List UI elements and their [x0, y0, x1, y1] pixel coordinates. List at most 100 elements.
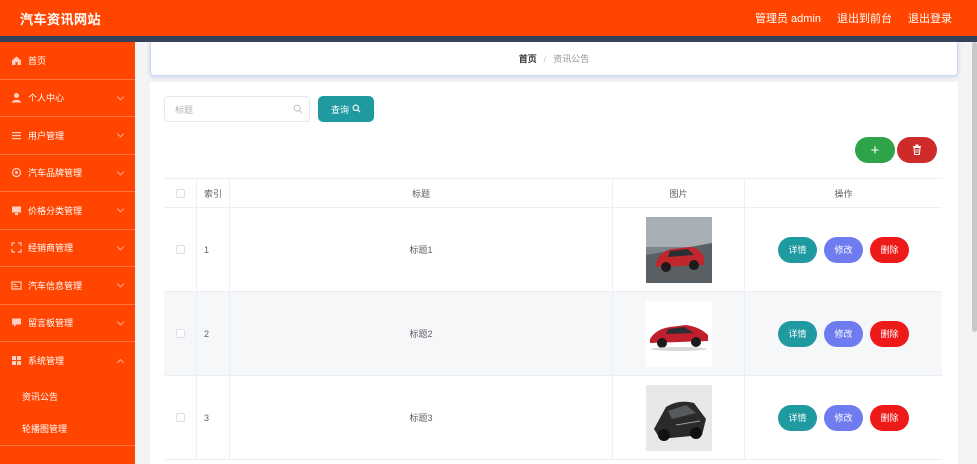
query-button[interactable]: 查询	[318, 96, 374, 122]
table-header: 索引 标题 图片 操作	[164, 178, 942, 208]
row-checkbox-cell	[164, 376, 197, 459]
delete-button[interactable]: 删除	[870, 236, 909, 263]
edit-button[interactable]: 修改	[824, 320, 863, 347]
chevron-down-icon	[116, 243, 125, 251]
home-icon	[11, 55, 22, 66]
row-ops: 详情 修改 删除	[745, 208, 942, 291]
grid-icon	[11, 355, 22, 366]
chevron-down-icon	[116, 205, 125, 213]
row-title: 标题1	[230, 208, 613, 291]
car-thumbnail	[645, 300, 712, 367]
logout-link[interactable]: 退出登录	[908, 10, 952, 26]
search-icon	[293, 104, 303, 116]
row-ops: 详情 修改 删除	[745, 376, 942, 459]
chevron-down-icon	[116, 318, 125, 326]
row-checkbox-cell	[164, 292, 197, 375]
sidebar-item-label: 价格分类管理	[28, 205, 83, 216]
sidebar-item-personal-center[interactable]: 个人中心	[0, 80, 135, 117]
main-area: 首页 / 资讯公告 标题 查询 + 索引 标题 图片 操作 1 标题1 详情 修…	[135, 42, 977, 464]
breadcrumb-home[interactable]: 首页	[519, 52, 537, 65]
table-row: 3 标题3 详情 修改 删除	[164, 376, 942, 460]
list-icon	[11, 130, 22, 141]
brand-icon	[11, 167, 22, 178]
edit-button[interactable]: 修改	[824, 404, 863, 431]
plus-icon: +	[870, 141, 880, 159]
row-ops: 详情 修改 删除	[745, 292, 942, 375]
sidebar-subitem-news-notice[interactable]: 资讯公告	[0, 380, 135, 413]
sidebar-item-label: 经销商管理	[28, 243, 74, 254]
header-title: 标题	[230, 179, 613, 207]
select-all-checkbox[interactable]	[175, 188, 185, 198]
sidebar-item-car-info[interactable]: 汽车信息管理	[0, 267, 135, 305]
sidebar-item-home[interactable]: 首页	[0, 42, 135, 80]
detail-button[interactable]: 详情	[778, 404, 817, 431]
breadcrumb-separator: /	[543, 53, 547, 64]
chevron-down-icon	[116, 168, 125, 176]
chevron-up-icon	[116, 358, 125, 366]
header-index: 索引	[197, 179, 230, 207]
edit-button[interactable]: 修改	[824, 236, 863, 263]
detail-button[interactable]: 详情	[778, 320, 817, 347]
add-button[interactable]: +	[855, 137, 895, 163]
search-icon	[352, 104, 361, 115]
row-index: 2	[197, 292, 230, 375]
header-image: 图片	[613, 179, 745, 207]
user-icon	[11, 92, 22, 103]
monitor-icon	[11, 205, 22, 216]
row-index: 3	[197, 376, 230, 459]
row-image-cell	[613, 376, 745, 459]
row-image-cell	[613, 292, 745, 375]
trash-icon	[912, 144, 922, 157]
row-checkbox-cell	[164, 208, 197, 291]
sidebar: 首页 个人中心 用户管理 汽车品牌管理 价格分类管理 经销商管理 汽车信息管理 …	[0, 42, 135, 464]
row-title: 标题2	[230, 292, 613, 375]
sidebar-item-user-management[interactable]: 用户管理	[0, 117, 135, 155]
chevron-down-icon	[116, 130, 125, 138]
sidebar-item-dealer-management[interactable]: 经销商管理	[0, 230, 135, 267]
row-checkbox[interactable]	[175, 329, 185, 338]
header-ops: 操作	[834, 188, 853, 199]
content-panel: 标题 查询 + 索引 标题 图片 操作 1 标题1 详情 修改 删除 2 标题2…	[150, 82, 958, 464]
delete-button[interactable]: 删除	[870, 404, 909, 431]
chevron-down-icon	[116, 280, 125, 288]
breadcrumb-current: 资讯公告	[553, 54, 590, 64]
header-checkbox-cell	[164, 179, 197, 207]
page-scrollbar[interactable]	[972, 42, 977, 332]
sidebar-item-label: 用户管理	[28, 130, 65, 141]
sidebar-subitem-carousel[interactable]: 轮播图管理	[0, 413, 135, 446]
table-row: 1 标题1 详情 修改 删除	[164, 208, 942, 292]
top-bar: 汽车资讯网站 管理员 admin 退出到前台 退出登录	[0, 0, 977, 36]
sidebar-item-label: 留言板管理	[28, 318, 74, 329]
car-thumbnail	[645, 384, 712, 451]
detail-button[interactable]: 详情	[778, 236, 817, 263]
row-checkbox[interactable]	[175, 413, 185, 422]
chat-icon	[11, 317, 22, 328]
search-input[interactable]: 标题	[164, 96, 310, 122]
sidebar-item-label: 首页	[28, 55, 47, 66]
table-row: 2 标题2 详情 修改 删除	[164, 292, 942, 376]
breadcrumb: 首页 / 资讯公告	[150, 42, 958, 76]
sidebar-item-label: 汽车信息管理	[28, 280, 83, 291]
admin-label: 管理员 admin	[754, 13, 821, 25]
sidebar-item-label: 个人中心	[28, 93, 65, 104]
data-table: 索引 标题 图片 操作 1 标题1 详情 修改 删除 2 标题2 详情 修改 删…	[164, 178, 942, 460]
query-button-label: 查询	[330, 104, 349, 115]
top-bar-actions: 管理员 admin 退出到前台 退出登录	[755, 10, 952, 26]
chevron-down-icon	[116, 93, 125, 101]
row-index: 1	[197, 208, 230, 291]
sidebar-item-label: 汽车品牌管理	[28, 168, 83, 179]
sidebar-item-price-category[interactable]: 价格分类管理	[0, 192, 135, 230]
delete-button[interactable]: 删除	[870, 320, 909, 347]
sidebar-item-label: 系统管理	[28, 356, 65, 367]
batch-delete-button[interactable]	[897, 137, 937, 163]
back-to-front-link[interactable]: 退出到前台	[837, 10, 892, 26]
row-image-cell	[613, 208, 745, 291]
sidebar-item-system-management[interactable]: 系统管理	[0, 342, 135, 380]
card-icon	[11, 280, 22, 291]
sidebar-item-brand-management[interactable]: 汽车品牌管理	[0, 155, 135, 192]
row-title: 标题3	[230, 376, 613, 459]
site-title: 汽车资讯网站	[20, 11, 102, 27]
sidebar-item-message-board[interactable]: 留言板管理	[0, 305, 135, 342]
expand-icon	[11, 242, 22, 253]
row-checkbox[interactable]	[175, 245, 185, 254]
